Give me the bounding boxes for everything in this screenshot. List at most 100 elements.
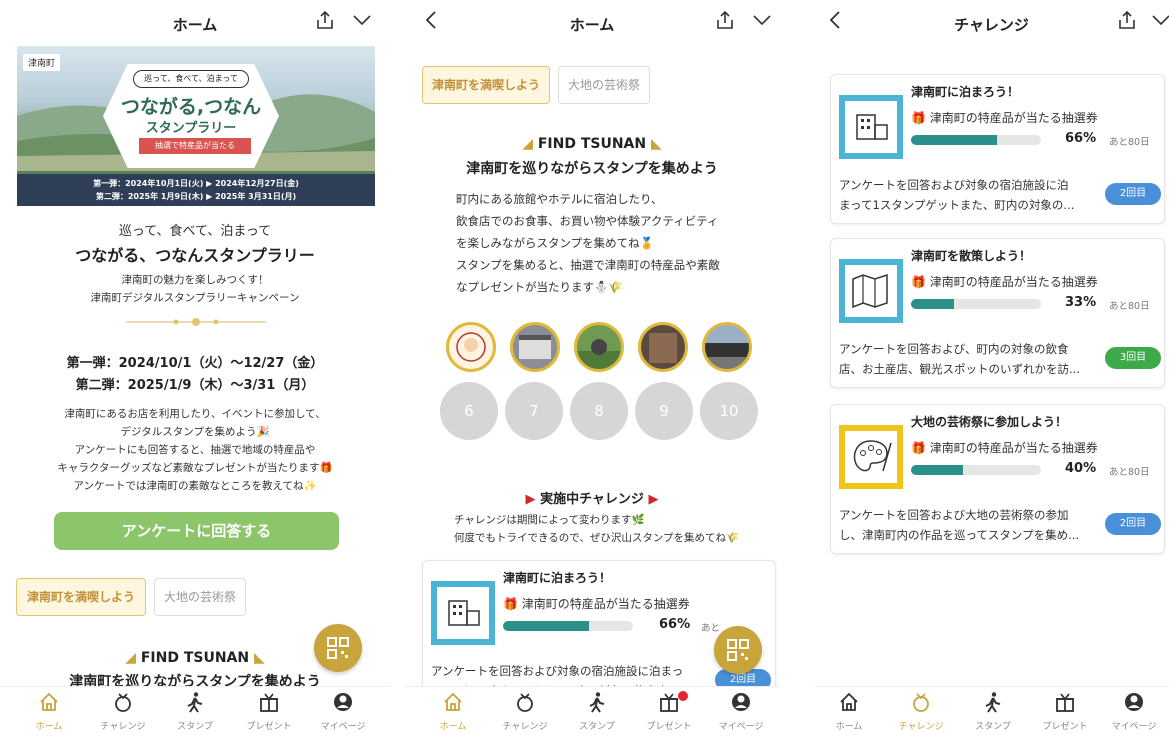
nav-present[interactable]: プレゼント [234,691,304,732]
challenge-heading: ▶ 実施中チャレンジ ▶ [525,492,659,507]
desc-line: アンケートを回答および対象の宿泊施設に泊 [839,178,1069,192]
card-icon-frame [839,425,903,489]
tagline-2: 津南町デジタルスタンプラリーキャンペーン [90,292,300,304]
qr-scan-button[interactable] [314,624,362,672]
stamp-slot-6[interactable]: 6 [440,382,498,440]
chevron-down-icon[interactable] [752,10,772,30]
find-description: 町内にある旅館やホテルに宿泊したり、 飲食店でのお食事、お買い物や体験アクティビ… [456,188,720,298]
card-icon-frame [839,95,903,159]
desc-line: なプレゼントが当たります⛄🌾 [456,280,623,294]
desc-line-2: デジタルスタンプを集めよう🎉 [120,426,270,438]
home-icon [444,692,462,711]
nav-home[interactable]: ホーム [14,691,84,732]
desc-line: 何度でもトライできるので、ぜひ沢山スタンプを集めてね🌾 [454,532,740,544]
challenge-screen: チャレンジ 津南町に泊まろう！ 🎁 津南町の特産品が当たる抽選券 66% あと8… [814,0,1169,738]
gift-icon: 🎁 [911,111,926,125]
nav-home[interactable]: ホーム [814,691,884,732]
progress-bar [911,465,1041,475]
nav-challenge[interactable]: チャレンジ [490,691,560,732]
tab-art-festival[interactable]: 大地の芸術祭 [154,578,246,616]
stamp-3[interactable] [574,322,624,372]
headline: つながる、つなんスタンプラリー [75,246,315,265]
walking-icon [187,692,203,713]
share-icon[interactable] [716,10,734,30]
sub-heading: 巡って、食べて、泊まって [118,224,272,239]
nav-home[interactable]: ホーム [418,691,488,732]
stamp-5[interactable] [702,322,752,372]
nav-stamp[interactable]: スタンプ [160,691,230,732]
period-1: 第一弾：2024/10/1（火）～12/27（金） [66,356,324,371]
gift-icon [660,693,678,712]
stamp-slot-7[interactable]: 7 [505,382,563,440]
progress-bar [911,135,1041,145]
home-icon [840,692,858,711]
challenge-card-stay[interactable]: 津南町に泊まろう！ 🎁 津南町の特産品が当たる抽選券 66% あと80日 アンケ… [830,74,1165,224]
campaign-banner[interactable]: 津南町 巡って、食べて、泊まって つながる,つなん スタンプラリー 抽選で特産品… [17,46,375,206]
banner-title: つながる,つなん [120,96,262,118]
stamp-slot-8[interactable]: 8 [570,382,628,440]
tab-art-festival[interactable]: 大地の芸術祭 [558,66,650,104]
nav-stamp[interactable]: スタンプ [958,691,1028,732]
qr-scan-button[interactable] [714,626,762,674]
share-icon[interactable] [1118,10,1136,30]
stamp-4[interactable] [638,322,688,372]
desc-line: 町内にある旅館やホテルに宿泊したり、 [456,192,663,206]
share-icon[interactable] [316,10,334,30]
card-icon-frame [839,259,903,323]
desc-line-5: アンケートでは津南町の素敵なところを教えてね✨ [73,480,317,492]
nav-present[interactable]: プレゼント [1030,691,1100,732]
tab-tsunan[interactable]: 津南町を満喫しよう [16,578,146,616]
stamp-slot-10[interactable]: 10 [700,382,758,440]
header: ホーム [404,0,780,44]
home-screen-1: ホーム 津南町 巡って、食べて、泊まって つながる,つなん スタンプラリー 抽選… [0,0,390,738]
desc-line: アンケートを回答および、町内の対象の飲食 [839,342,1069,356]
remaining-days: あと80日 [1109,467,1150,478]
desc-line-1: 津南町にあるお店を利用したり、イベントに参加して、 [64,408,326,420]
desc-line: し、津南町内の作品を巡ってスタンプを集め... [839,528,1080,542]
town-logo: 津南町 [23,54,61,71]
round-badge[interactable]: 2回目 [1105,513,1161,535]
prize-text: 津南町の特産品が当たる抽選券 [929,275,1098,289]
character-stamp-icon [456,332,486,362]
gift-icon: 🎁 [911,441,926,455]
challenge-card-art[interactable]: 大地の芸術祭に参加しよう！ 🎁 津南町の特産品が当たる抽選券 40% あと80日… [830,404,1165,554]
find-title-text: FIND TSUNAN [537,136,647,152]
palette-icon [853,440,892,472]
challenge-card-walk[interactable]: 津南町を散策しよう！ 🎁 津南町の特産品が当たる抽選券 33% あと80日 アン… [830,238,1165,388]
chevron-down-icon[interactable] [352,10,372,30]
desc-line: まって1スタンプゲットまた、町内の対象の... [839,198,1075,212]
challenge-heading-text: 実施中チャレンジ [540,492,644,507]
round-badge[interactable]: 2回目 [1105,183,1161,205]
stamp-2[interactable] [510,322,560,372]
round-badge[interactable]: 3回目 [1105,347,1161,369]
nav-mypage[interactable]: マイページ [706,691,776,732]
hotel-photo [705,343,749,369]
progress-bar [911,299,1041,309]
stamp-1[interactable] [446,322,496,372]
nav-stamp[interactable]: スタンプ [562,691,632,732]
progress-fill [911,135,997,145]
banner-subtitle: スタンプラリー [145,121,237,136]
user-icon [334,693,352,711]
nav-mypage[interactable]: マイページ [1099,691,1169,732]
find-title: ◢ FIND TSUNAN ◣ [522,136,662,152]
progress-percent: 40% [1065,461,1097,476]
survey-button[interactable]: アンケートに回答する [54,512,339,550]
tab-tsunan[interactable]: 津南町を満喫しよう [422,66,550,104]
header: チャレンジ [814,0,1169,44]
nav-present[interactable]: プレゼント [634,691,704,732]
nav-mypage[interactable]: マイページ [308,691,378,732]
find-subtitle: 津南町を巡りながらスタンプを集めよう [466,161,718,177]
nav-challenge[interactable]: チャレンジ [88,691,158,732]
medal-icon [517,693,533,712]
chevron-down-icon[interactable] [1152,10,1169,30]
medal-icon [115,693,131,712]
nav-label: ホーム [439,722,467,732]
card-description: アンケートを回答および大地の芸術祭の参加 し、津南町内の作品を巡ってスタンプを集… [839,505,1079,545]
card-prize: 🎁 津南町の特産品が当たる抽選券 [503,595,690,612]
qr-code-icon [327,637,349,659]
stamp-slot-9[interactable]: 9 [635,382,693,440]
prize-text: 津南町の特産品が当たる抽選券 [521,597,690,611]
prize-text: 津南町の特産品が当たる抽選券 [929,441,1098,455]
nav-challenge[interactable]: チャレンジ [886,691,956,732]
